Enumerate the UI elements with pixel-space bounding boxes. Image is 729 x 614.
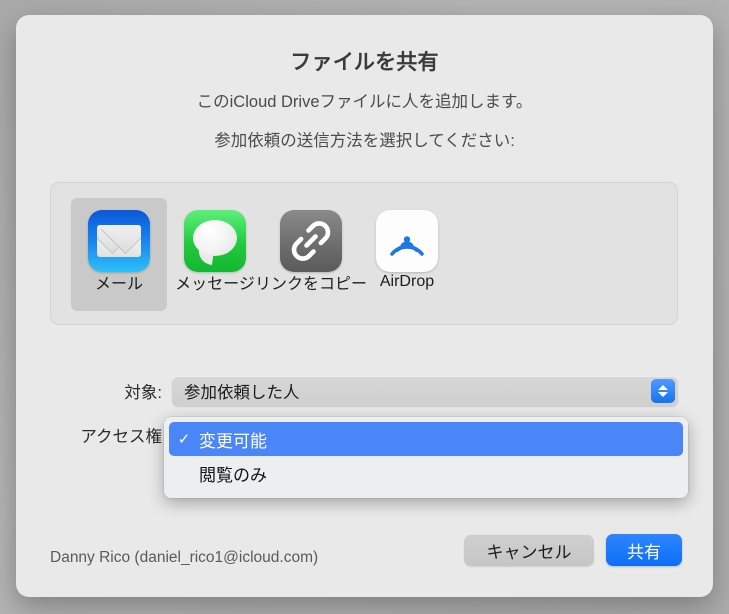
share-method-messages-label: メッセージ [175, 276, 255, 293]
share-method-messages[interactable]: メッセージ [167, 198, 263, 311]
dialog-subtitle-secondary: 参加依頼の送信方法を選択してください: [214, 132, 515, 150]
share-method-airdrop[interactable]: AirDrop [359, 198, 455, 311]
share-method-mail-label: メール [94, 276, 143, 293]
share-method-copy-link-label: リンクをコピー [255, 276, 368, 293]
dialog-subtitle-primary: このiCloud Driveファイルに人を追加します。 [196, 93, 533, 111]
cancel-button[interactable]: キャンセル [464, 534, 594, 566]
airdrop-icon [376, 210, 438, 272]
menu-item-can-edit-label: 変更可能 [199, 431, 267, 451]
checkmark-icon: ✓ [177, 431, 191, 448]
share-file-dialog: ファイルを共有 このiCloud Driveファイルに人を追加します。 参加依頼… [16, 15, 713, 597]
access-popup-menu: ✓ 変更可能 閲覧のみ [164, 417, 688, 498]
share-method-list: メール メッセージ リンクをコピー AirDrop [51, 183, 455, 326]
account-info: Danny Rico (daniel_rico1@icloud.com) [50, 549, 319, 566]
target-field-row: 対象: 参加依頼した人 [50, 376, 678, 406]
menu-item-can-edit[interactable]: ✓ 変更可能 [169, 422, 683, 456]
link-icon [280, 210, 342, 272]
share-method-airdrop-label: AirDrop [379, 273, 435, 290]
page-title: ファイルを共有 [290, 51, 439, 74]
share-method-mail[interactable]: メール [71, 198, 167, 311]
share-button[interactable]: 共有 [606, 534, 682, 566]
target-popup-button[interactable]: 参加依頼した人 [172, 376, 678, 406]
share-method-panel: メール メッセージ リンクをコピー AirDrop [50, 182, 678, 325]
access-label: アクセス権 [80, 428, 162, 446]
menu-item-view-only-label: 閲覧のみ [199, 465, 267, 485]
mail-icon [88, 210, 150, 272]
chevron-updown-icon[interactable] [651, 379, 675, 403]
messages-icon [184, 210, 246, 272]
share-method-copy-link[interactable]: リンクをコピー [255, 198, 367, 311]
target-label: 対象: [124, 384, 162, 402]
target-selected-value: 参加依頼した人 [184, 384, 300, 402]
menu-item-view-only[interactable]: 閲覧のみ [169, 456, 683, 490]
